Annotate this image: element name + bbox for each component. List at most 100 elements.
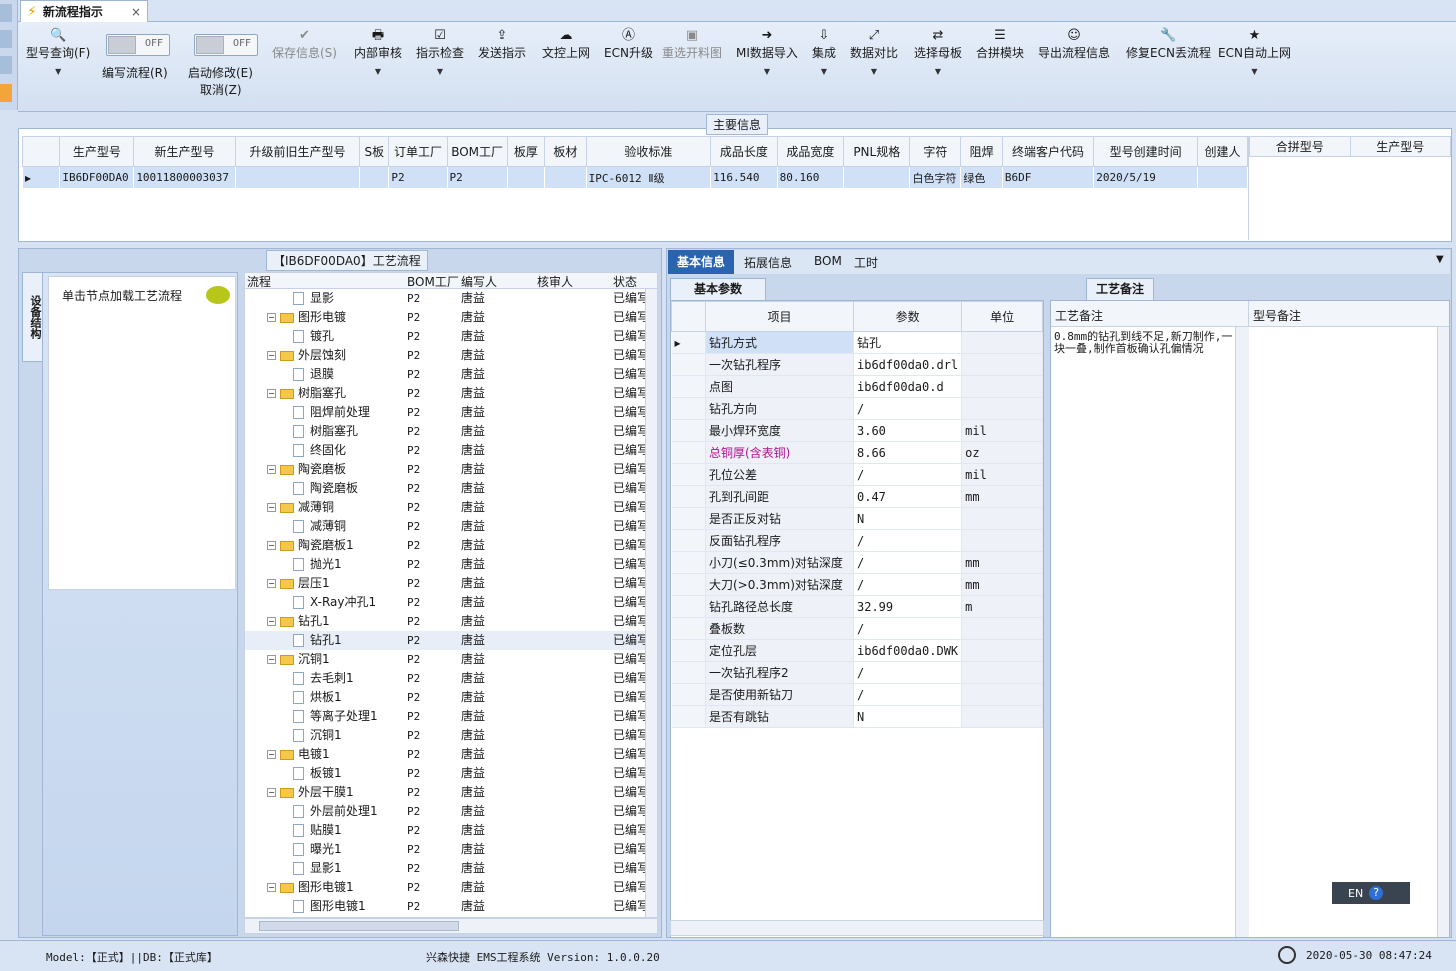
row-selector[interactable] [671,529,706,552]
cancel-label[interactable]: 取消(Z) [200,81,242,98]
tree-row[interactable]: − 图形电镀 P2 唐益 已编写 [245,308,649,327]
model-search-button[interactable]: 🔍 型号查询(F) ▼ [26,28,90,82]
row-selector[interactable] [671,595,706,618]
row-selector[interactable]: ▸ [22,166,60,189]
tab-work-hours[interactable]: 工时 [854,254,878,271]
param-row[interactable]: 一次钻孔程序2/ [671,661,1043,684]
main-cell[interactable]: 白色字符 [909,166,961,189]
side-tab-equipment[interactable]: 设备结构 [22,272,44,362]
tree-row[interactable]: 去毛刺1 P2 唐益 已编写 [245,669,649,688]
row-selector[interactable] [671,353,706,376]
param-row[interactable]: 钻孔方向 / [671,397,1043,420]
remark-scrollbar[interactable] [1235,327,1249,937]
row-selector[interactable] [671,485,706,508]
main-col-header[interactable]: 字符 [909,136,962,167]
row-selector[interactable] [671,463,706,486]
chevron-down-icon[interactable]: ▼ [736,62,798,82]
ime-lang[interactable]: EN [1348,887,1363,900]
tree-row[interactable]: 终固化 P2 唐益 已编写 [245,441,649,460]
main-cell[interactable]: 80.160 [777,166,844,189]
main-col-header[interactable]: 阻焊 [960,136,1003,167]
tree-row[interactable]: 镀孔 P2 唐益 已编写 [245,327,649,346]
param-value[interactable]: ib6df00da0.d [853,375,963,398]
param-row[interactable]: ▸ 钻孔方式 钻孔 [671,331,1043,354]
main-col-header[interactable]: 成品长度 [710,136,778,167]
tree-row[interactable]: − 陶瓷磨板 P2 唐益 已编写 [245,460,649,479]
main-col-header[interactable]: PNL规格 [843,136,911,167]
tree-row[interactable]: − 电镀1 P2 唐益 已编写 [245,745,649,764]
main-col-header[interactable]: 终端客户代码 [1001,136,1095,167]
tree-row[interactable]: − 减薄铜 P2 唐益 已编写 [245,498,649,517]
flow-tree-scrollbar[interactable] [645,289,657,917]
collapse-icon[interactable]: − [267,541,276,550]
edit-flow-toggle[interactable]: OFF [106,34,170,56]
main-col-header[interactable]: 成品宽度 [776,136,845,167]
row-selector[interactable] [671,705,706,728]
chevron-down-icon[interactable]: ▼ [1218,62,1291,82]
tree-row[interactable]: 烘板1 P2 唐益 已编写 [245,688,649,707]
param-value[interactable]: ib6df00da0.DWK [853,639,963,662]
param-row[interactable]: 小刀(≤0.3mm)对钻深度 / mm [671,551,1043,574]
main-col-header[interactable]: BOM工厂 [446,136,508,167]
param-row[interactable]: 是否有跳钻 N [671,705,1043,728]
select-motherboard-button[interactable]: ⇄ 选择母板 ▼ [914,28,962,82]
help-icon[interactable]: ? [1369,886,1384,900]
tree-row[interactable]: − 外层蚀刻 P2 唐益 已编写 [245,346,649,365]
chevron-down-icon[interactable]: ▼ [416,62,464,82]
main-col-header[interactable]: 板厚 [506,136,546,167]
tree-row[interactable]: 曝光1 P2 唐益 已编写 [245,840,649,859]
tree-row[interactable]: − 树脂塞孔 P2 唐益 已编写 [245,384,649,403]
param-value[interactable]: 32.99 [853,595,963,618]
main-cell[interactable] [235,166,360,189]
tree-row[interactable]: 板镀1 P2 唐益 已编写 [245,764,649,783]
param-row[interactable]: 是否正反对钻 N [671,507,1043,530]
collapse-icon[interactable]: − [267,655,276,664]
tree-row[interactable]: 减薄铜 P2 唐益 已编写 [245,517,649,536]
param-row[interactable]: 反面钻孔程序 / [671,529,1043,552]
close-icon[interactable]: × [131,5,141,19]
collapse-icon[interactable]: − [267,788,276,797]
row-selector[interactable] [671,441,706,464]
collapse-icon[interactable]: − [267,389,276,398]
repair-ecn-button[interactable]: 🔧 修复ECN丢流程 [1126,28,1211,62]
main-cell[interactable] [544,166,587,189]
param-row[interactable]: 点图 ib6df00da0.d [671,375,1043,398]
main-cell[interactable]: B6DF [1002,166,1094,189]
main-col-header[interactable]: 创建人 [1197,136,1248,167]
main-col-header[interactable]: 型号创建时间 [1093,136,1199,167]
main-cell[interactable]: 116.540 [710,166,778,189]
col-unit[interactable]: 单位 [961,301,1043,332]
main-cell[interactable]: 2020/5/19 [1093,166,1198,189]
chevron-down-icon[interactable]: ▼ [354,62,402,82]
integrate-button[interactable]: ⇩ 集成 ▼ [812,28,836,82]
row-selector[interactable] [671,661,706,684]
param-row[interactable]: 叠板数 / [671,617,1043,640]
row-selector[interactable] [671,375,706,398]
param-value[interactable]: / [853,617,963,640]
tree-row[interactable]: X-Ray冲孔1 P2 唐益 已编写 [245,593,649,612]
param-value[interactable]: / [853,397,963,420]
tree-row[interactable]: 等离子处理1 P2 唐益 已编写 [245,707,649,726]
col-production-model[interactable]: 生产型号 [1349,136,1451,157]
ecn-upgrade-button[interactable]: Ⓐ ECN升级 [604,28,653,62]
ecn-auto-online-button[interactable]: ★ ECN自动上网 ▼ [1218,28,1291,82]
doc-control-online-button[interactable]: ☁ 文控上网 [542,28,590,62]
main-col-header[interactable]: 订单工厂 [388,136,448,167]
reselect-cutting-button[interactable]: ▣ 重选开料图 [662,28,722,62]
row-selector[interactable] [671,573,706,596]
chevron-down-icon[interactable]: ▼ [812,62,836,82]
row-selector[interactable] [671,683,706,706]
param-value[interactable]: 8.66 [853,441,963,464]
main-cell[interactable] [843,166,910,189]
param-row[interactable]: 最小焊环宽度 3.60 mil [671,419,1043,442]
param-value[interactable]: 钻孔 [853,331,963,354]
main-cell[interactable]: 10011800003037 [133,166,236,189]
tree-row[interactable]: 陶瓷磨板 P2 唐益 已编写 [245,479,649,498]
tree-row[interactable]: 抛光1 P2 唐益 已编写 [245,555,649,574]
param-value[interactable]: / [853,463,963,486]
tree-row[interactable]: 外层前处理1 P2 唐益 已编写 [245,802,649,821]
tab-basic-info[interactable]: 基本信息 [668,250,734,274]
collapse-icon[interactable]: − [267,750,276,759]
collapse-icon[interactable]: − [267,579,276,588]
main-cell[interactable] [1197,166,1248,189]
